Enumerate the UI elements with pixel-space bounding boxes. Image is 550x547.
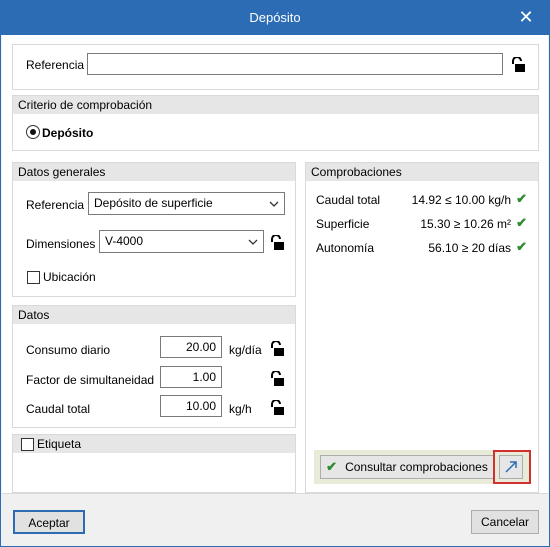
title-bar: Depósito ✕: [1, 1, 549, 35]
cancelar-button[interactable]: Cancelar: [471, 510, 539, 534]
check-row-value: 15.30 ≥ 10.26 m²: [420, 217, 511, 231]
dialog-footer: Aceptar Cancelar: [2, 495, 548, 546]
dimensiones-label: Dimensiones: [26, 237, 96, 251]
comprobaciones-panel: Comprobaciones Caudal total 14.92 ≤ 10.0…: [305, 162, 539, 493]
deposito-radio[interactable]: [26, 125, 40, 139]
ubicacion-label: Ubicación: [43, 270, 96, 284]
lock-icon[interactable]: [270, 371, 284, 387]
check-row-label: Caudal total: [316, 193, 381, 207]
deposito-radio-label: Depósito: [42, 126, 94, 140]
datos-generales-panel: Datos generales Referencia Depósito de s…: [12, 162, 296, 297]
consumo-diario-label: Consumo diario: [26, 343, 111, 357]
datos-header: Datos: [13, 306, 295, 324]
ubicacion-checkbox[interactable]: [27, 271, 40, 284]
caudal-total-label: Caudal total: [26, 402, 91, 416]
check-row-value: 56.10 ≥ 20 días: [428, 241, 511, 255]
comprobaciones-header: Comprobaciones: [306, 163, 538, 181]
chevron-down-icon: [248, 239, 258, 245]
check-icon: ✔: [326, 459, 338, 474]
etiqueta-header: Etiqueta: [13, 435, 295, 453]
caudal-total-unit: kg/h: [229, 402, 252, 416]
dg-referencia-label: Referencia: [26, 198, 85, 212]
consumo-diario-unit: kg/día: [229, 343, 262, 357]
dimensiones-value: V-4000: [105, 234, 144, 248]
referencia-input[interactable]: [87, 53, 503, 75]
consumo-diario-input[interactable]: 20.00: [160, 336, 222, 358]
check-row-value: 14.92 ≤ 10.00 kg/h: [411, 193, 511, 207]
check-row-label: Superficie: [316, 217, 370, 231]
consultar-comprobaciones-button[interactable]: ✔ Consultar comprobaciones: [320, 455, 494, 479]
etiqueta-checkbox[interactable]: [21, 438, 34, 451]
chevron-down-icon: [269, 201, 279, 207]
etiqueta-label: Etiqueta: [37, 437, 82, 451]
datos-panel: Datos Consumo diario 20.00 kg/día Factor…: [12, 305, 296, 428]
factor-simultaneidad-label: Factor de simultaneidad: [26, 373, 155, 387]
aceptar-button[interactable]: Aceptar: [13, 510, 85, 534]
dg-referencia-value: Depósito de superficie: [94, 196, 213, 210]
check-icon: ✔: [516, 239, 527, 254]
criterio-header: Criterio de comprobación: [13, 96, 538, 114]
window-title: Depósito: [249, 10, 301, 25]
datos-generales-header: Datos generales: [13, 163, 295, 181]
factor-simultaneidad-input[interactable]: 1.00: [160, 366, 222, 388]
consultar-comprobaciones-label: Consultar comprobaciones: [345, 460, 488, 474]
check-icon: ✔: [516, 191, 527, 206]
caudal-total-input[interactable]: 10.00: [160, 395, 222, 417]
lock-icon[interactable]: [511, 57, 525, 73]
referencia-label: Referencia: [26, 58, 85, 72]
referencia-panel: Referencia: [12, 44, 539, 90]
dimensiones-select[interactable]: V-4000: [99, 230, 264, 253]
criterio-panel: Criterio de comprobación Depósito: [12, 95, 539, 151]
deposito-dialog: Depósito ✕ Referencia Criterio de compro…: [0, 0, 550, 547]
check-icon: ✔: [516, 215, 527, 230]
lock-icon[interactable]: [270, 235, 284, 251]
radio-dot: [30, 129, 36, 135]
lock-icon[interactable]: [270, 400, 284, 416]
dg-referencia-select[interactable]: Depósito de superficie: [88, 192, 285, 215]
dialog-content: Referencia Criterio de comprobación Depó…: [2, 35, 548, 494]
close-icon[interactable]: ✕: [515, 6, 537, 28]
lock-icon[interactable]: [270, 341, 284, 357]
etiqueta-panel: Etiqueta: [12, 434, 296, 493]
expand-button[interactable]: [499, 455, 523, 479]
expand-arrow-icon: [505, 461, 517, 473]
check-row-label: Autonomía: [316, 241, 375, 255]
